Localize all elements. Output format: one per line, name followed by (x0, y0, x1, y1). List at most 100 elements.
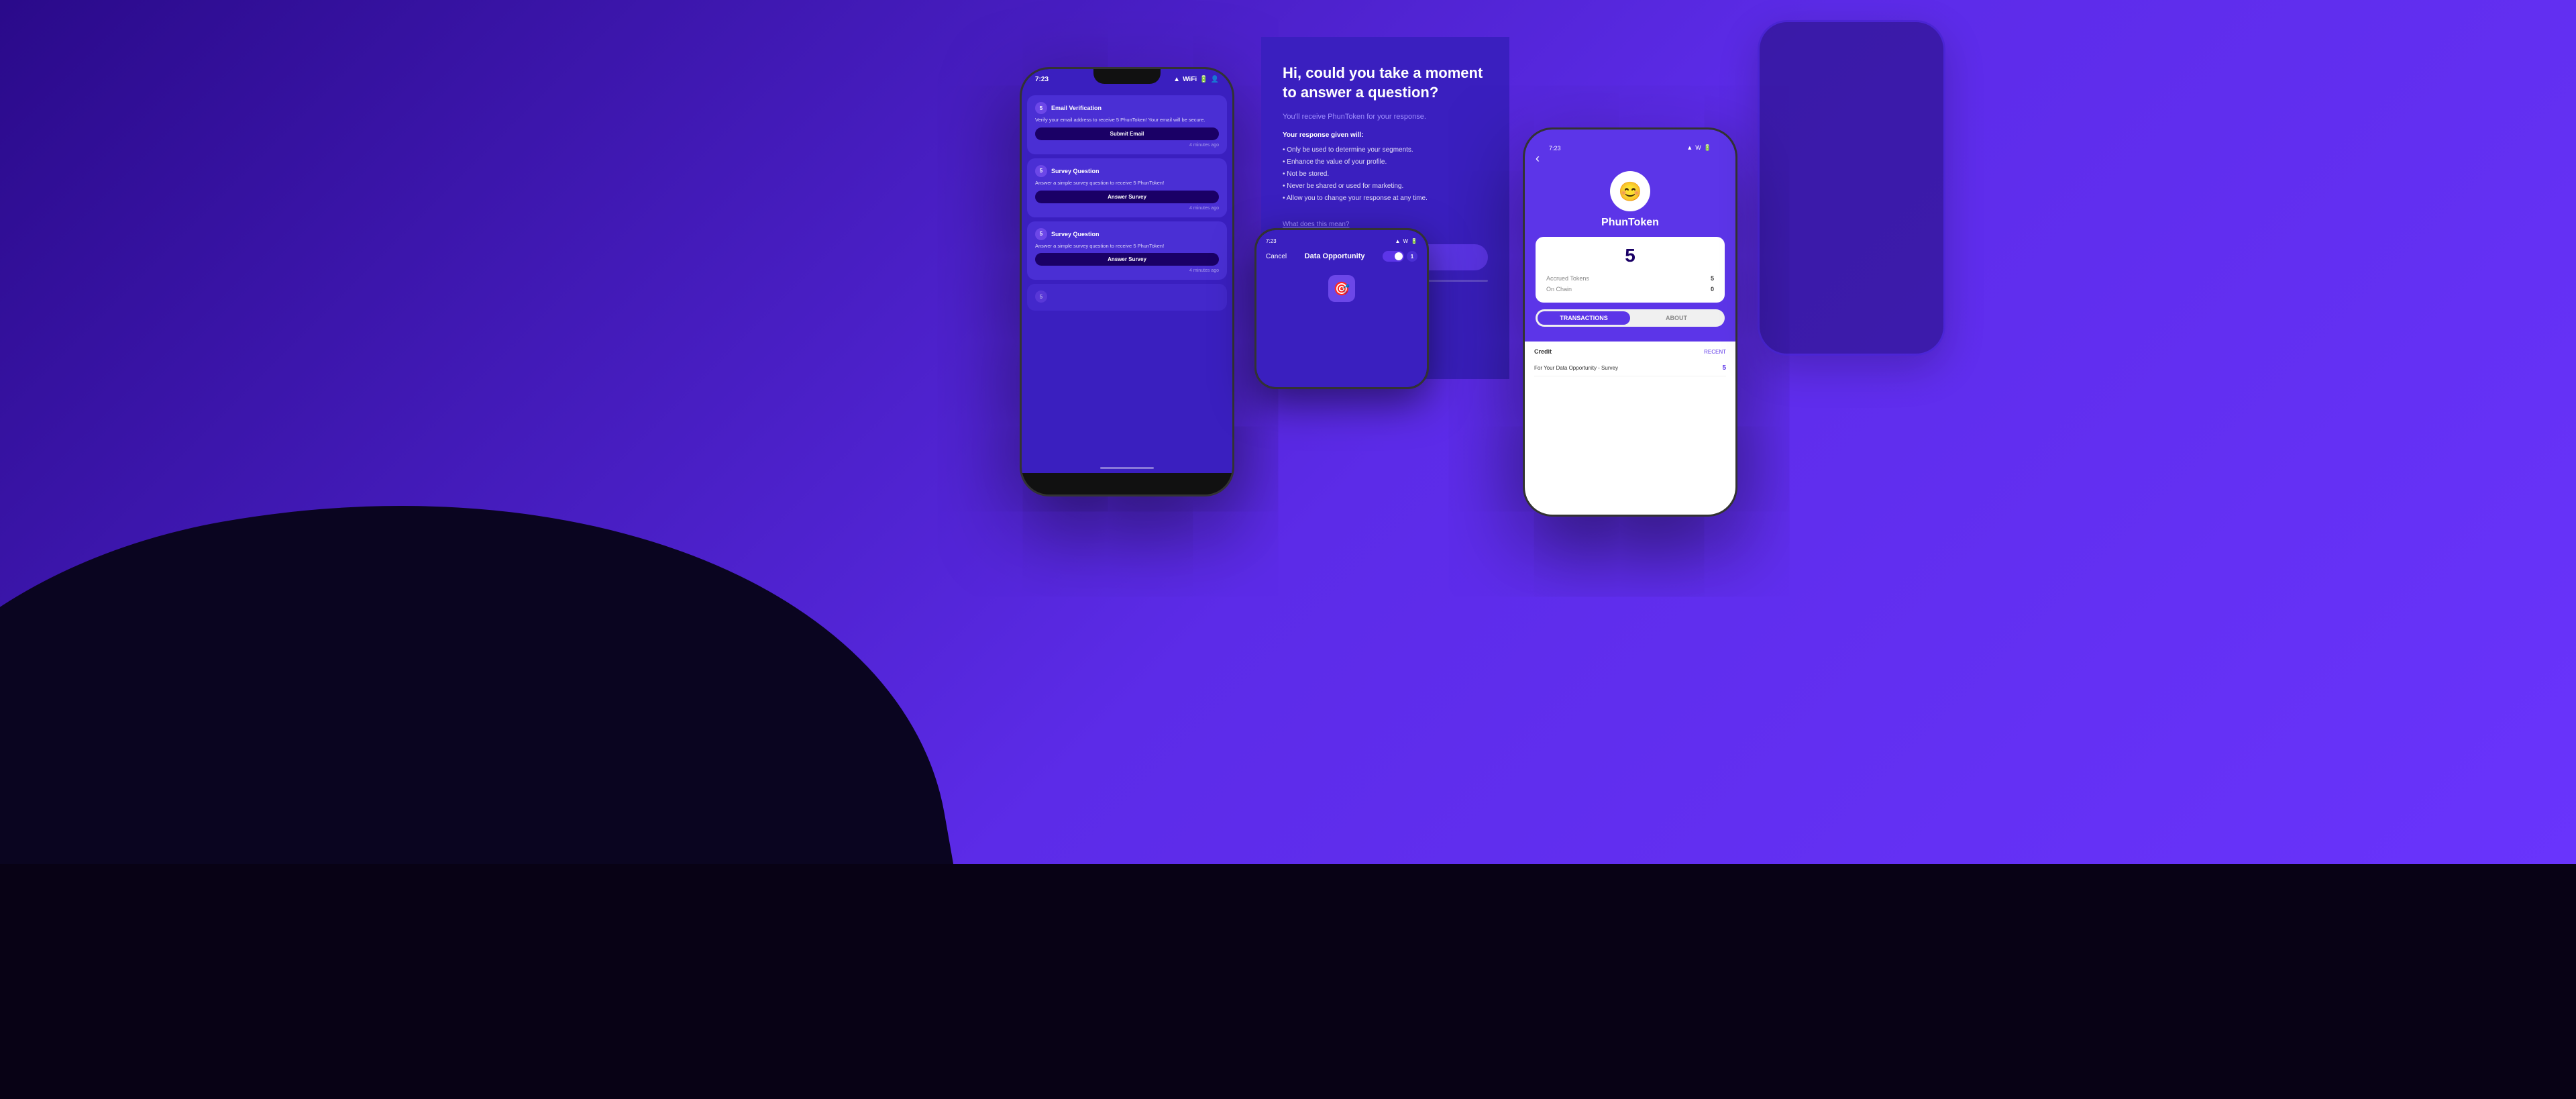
notification-survey-2: 5 Survey Question Answer a simple survey… (1027, 221, 1227, 280)
notif-text-2: Answer a simple survey question to recei… (1035, 180, 1219, 187)
wallet-accrued-label: Accrued Tokens (1546, 275, 1589, 282)
phone-center: 7:23 ▲ WiFi 🔋 👤 5 Email Verification (1020, 67, 1234, 496)
answer-survey-button-2[interactable]: Answer Survey (1035, 253, 1219, 266)
notification-email: 5 Email Verification Verify your email a… (1027, 95, 1227, 154)
wallet-tx-amount: 5 (1722, 364, 1726, 372)
wallet-wifi-icon: W (1695, 144, 1701, 152)
wallet-back-button[interactable]: ‹ (1536, 152, 1725, 166)
wallet-balance-number: 5 (1546, 245, 1714, 266)
phone-center-screen: 7:23 ▲ WiFi 🔋 👤 5 Email Verification (1022, 69, 1232, 473)
answer-survey-button-1[interactable]: Answer Survey (1035, 191, 1219, 203)
data-opp-icon: 🎯 (1328, 275, 1355, 302)
data-opp-title: Data Opportunity (1305, 252, 1365, 260)
wallet-recent-label: RECENT (1704, 349, 1726, 355)
survey-point-5: • Allow you to change your response at a… (1283, 193, 1488, 205)
user-avatar: 👤 (1211, 76, 1219, 83)
wallet-frame: 7:23 ▲ W 🔋 ‹ 😊 PhunToken 5 (1523, 127, 1737, 517)
notif-header-3: 5 Survey Question (1035, 228, 1219, 240)
notif-header-4: 5 (1035, 291, 1219, 303)
notif-title-1: Email Verification (1051, 105, 1219, 111)
notif-time-2: 4 minutes ago (1035, 206, 1219, 211)
wallet-onchain-value: 0 (1711, 286, 1714, 293)
bg-dark-bottom (0, 864, 2576, 1099)
wallet-onchain-label: On Chain (1546, 286, 1572, 293)
wallet-transactions-section: Credit RECENT For Your Data Opportunity … (1525, 342, 1735, 515)
wallet-screen: 7:23 ▲ W 🔋 ‹ 😊 PhunToken 5 (1525, 129, 1735, 515)
notif-text-1: Verify your email address to receive 5 P… (1035, 117, 1219, 123)
phone-wallet: 7:23 ▲ W 🔋 ‹ 😊 PhunToken 5 (1523, 127, 1737, 517)
notif-time-3: 4 minutes ago (1035, 268, 1219, 273)
data-opp-cancel-button[interactable]: Cancel (1266, 253, 1287, 260)
submit-email-button[interactable]: Submit Email (1035, 127, 1219, 140)
survey-question-title: Hi, could you take a moment to answer a … (1283, 64, 1488, 102)
wallet-accrued-row: Accrued Tokens 5 (1546, 273, 1714, 284)
notification-survey-1: 5 Survey Question Answer a simple survey… (1027, 158, 1227, 217)
wallet-balance-box: 5 Accrued Tokens 5 On Chain 0 (1536, 237, 1725, 303)
phone-bg-frame (1758, 20, 1945, 356)
tab-transactions[interactable]: TRANSACTIONS (1538, 311, 1630, 325)
phone-center-frame: 7:23 ▲ WiFi 🔋 👤 5 Email Verification (1020, 67, 1234, 496)
wifi-icon: WiFi (1183, 76, 1197, 83)
notification-partial: 5 (1027, 284, 1227, 311)
token-smiley-icon: 😊 (1619, 180, 1642, 203)
status-time: 7:23 (1035, 76, 1049, 83)
notif-header-2: 5 Survey Question (1035, 165, 1219, 177)
data-opp-icon-area: 🎯 (1266, 275, 1417, 302)
survey-response-header: Your response given will: (1283, 132, 1488, 139)
survey-point-1: • Only be used to determine your segment… (1283, 144, 1488, 156)
notif-text-3: Answer a simple survey question to recei… (1035, 243, 1219, 250)
survey-point-4: • Never be shared or used for marketing. (1283, 180, 1488, 193)
wallet-tx-info: For Your Data Opportunity - Survey (1534, 365, 1618, 371)
notif-header-1: 5 Email Verification (1035, 102, 1219, 114)
wallet-credit-label: Credit (1534, 348, 1552, 355)
toggle-badge: 1 (1407, 251, 1417, 262)
survey-response-intro: You'll receive PhunToken for your respon… (1283, 113, 1488, 121)
notif-badge-2: 5 (1035, 165, 1047, 177)
toggle-track (1383, 251, 1404, 262)
data-opp-toggle[interactable]: 1 (1383, 251, 1417, 262)
survey-points-list: • Only be used to determine your segment… (1283, 144, 1488, 205)
survey-point-2: • Enhance the value of your profile. (1283, 156, 1488, 168)
wallet-tx-row-1: For Your Data Opportunity - Survey 5 (1534, 360, 1726, 376)
toggle-thumb (1395, 252, 1403, 260)
wallet-battery-icon: 🔋 (1704, 144, 1711, 152)
wallet-signal-icon: ▲ (1686, 144, 1693, 152)
wallet-token-name: PhunToken (1536, 217, 1725, 229)
wallet-time: 7:23 (1549, 145, 1561, 152)
notification-list: 5 Email Verification Verify your email a… (1022, 90, 1232, 316)
data-opp-time: 7:23 (1266, 238, 1277, 244)
tab-about[interactable]: ABOUT (1630, 311, 1723, 325)
phone-data-opportunity: 7:23 ▲ W 🔋 Cancel Data Opportunity 1 (1254, 228, 1429, 389)
data-opp-frame: 7:23 ▲ W 🔋 Cancel Data Opportunity 1 (1254, 228, 1429, 389)
data-opp-screen: 7:23 ▲ W 🔋 Cancel Data Opportunity 1 (1256, 230, 1427, 387)
data-opp-status-bar: 7:23 ▲ W 🔋 (1266, 238, 1417, 244)
data-opp-status-icons: ▲ W 🔋 (1395, 238, 1417, 244)
wallet-tx-description: For Your Data Opportunity - Survey (1534, 365, 1618, 371)
signal-icon: ▲ (1173, 76, 1180, 83)
wallet-tabs: TRANSACTIONS ABOUT (1536, 309, 1725, 327)
status-icons: ▲ WiFi 🔋 👤 (1173, 76, 1219, 83)
data-opp-header: Cancel Data Opportunity 1 (1266, 251, 1417, 262)
wifi-icon-small: W (1403, 238, 1408, 244)
home-indicator (1100, 467, 1154, 469)
survey-point-3: • Not be stored. (1283, 168, 1488, 180)
wallet-accrued-value: 5 (1711, 275, 1714, 282)
notif-title-2: Survey Question (1051, 168, 1219, 174)
survey-what-does-mean-link[interactable]: What does this mean? (1283, 221, 1488, 228)
notif-badge-4: 5 (1035, 291, 1047, 303)
wallet-status-icons: ▲ W 🔋 (1686, 144, 1711, 152)
notif-badge-1: 5 (1035, 102, 1047, 114)
wallet-token-info: 😊 PhunToken 5 Accrued Tokens 5 On Chain … (1536, 171, 1725, 327)
battery-icon: 🔋 (1199, 76, 1208, 83)
notif-time-1: 4 minutes ago (1035, 143, 1219, 148)
wallet-purple-section: 7:23 ▲ W 🔋 ‹ 😊 PhunToken 5 (1525, 129, 1735, 342)
data-opp-smiley-icon: 🎯 (1334, 280, 1350, 297)
phone-bg-right (1758, 20, 1945, 356)
wallet-onchain-row: On Chain 0 (1546, 284, 1714, 295)
wallet-tx-header: Credit RECENT (1534, 348, 1726, 355)
signal-icon-small: ▲ (1395, 238, 1401, 244)
notif-title-3: Survey Question (1051, 231, 1219, 238)
wallet-status-bar: 7:23 ▲ W 🔋 (1536, 138, 1725, 152)
phone-notch (1093, 69, 1161, 84)
battery-icon-small: 🔋 (1411, 238, 1417, 244)
